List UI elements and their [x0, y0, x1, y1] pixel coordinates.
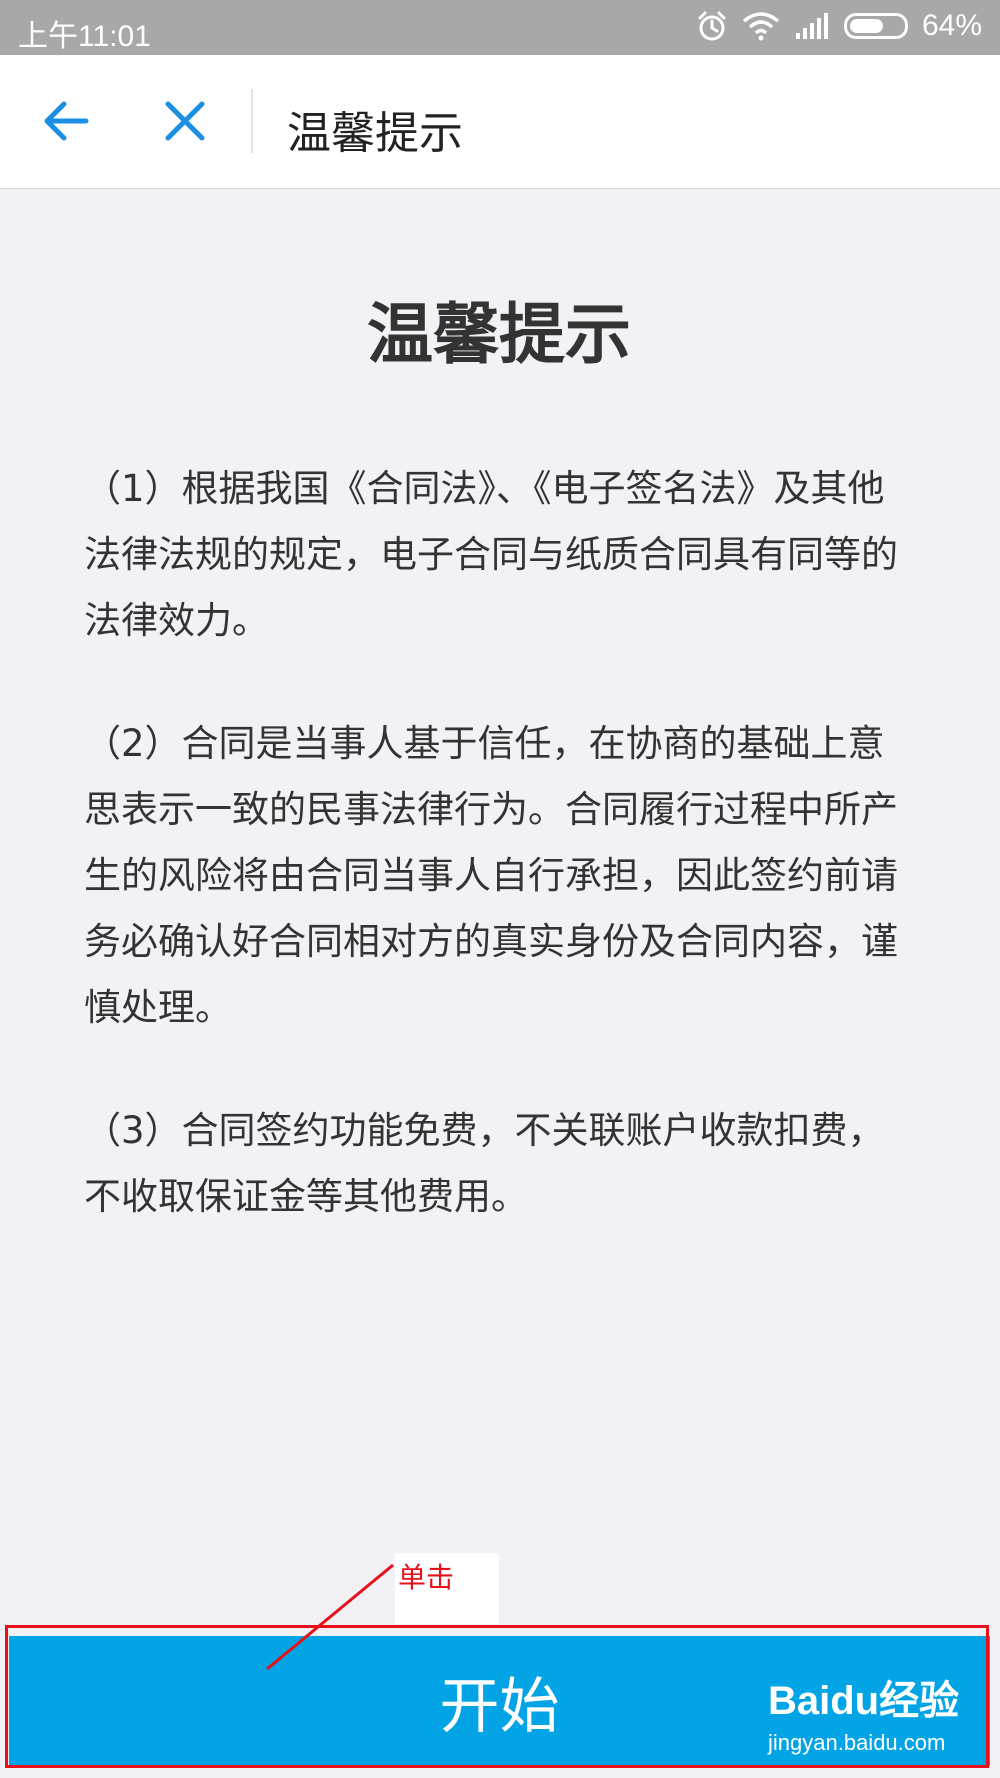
notice-title: 温馨提示	[367, 296, 631, 373]
back-button[interactable]	[38, 91, 98, 151]
header-divider	[251, 89, 253, 153]
start-button-label: 开始	[439, 1672, 560, 1740]
battery-fill	[849, 19, 883, 33]
notice-paragraph-2: （2）合同是当事人基于信任，在协商的基础上意思表示一致的民事法律行为。合同履行过…	[84, 722, 898, 1030]
close-icon	[165, 101, 205, 141]
watermark-url: jingyan.baidu.com	[768, 1730, 946, 1755]
close-button[interactable]	[155, 91, 215, 151]
wifi-icon	[742, 12, 780, 41]
status-bar: 上午11:01 64%	[0, 0, 1000, 55]
notice-paragraph-1: （1）根据我国《合同法》、《电子签名法》及其他法律法规的规定，电子合同与纸质合同…	[84, 467, 898, 643]
app-header: 温馨提示	[0, 55, 1000, 189]
battery-icon	[843, 13, 908, 39]
alarm-icon	[698, 11, 726, 41]
baidu-watermark: Baidu经验 jingyan.baidu.com	[768, 1668, 959, 1756]
watermark-logo: Baidu经验	[768, 1679, 960, 1723]
notice-content: 温馨提示 （1）根据我国《合同法》、《电子签名法》及其他法律法规的规定，电子合同…	[84, 188, 914, 1287]
notice-paragraph-3: （3）合同签约功能免费，不关联账户收款扣费，不收取保证金等其他费用。	[84, 1109, 885, 1219]
page-title: 温馨提示	[287, 108, 463, 159]
annotation-label: 单击	[398, 1561, 455, 1594]
status-time: 上午11:01	[18, 20, 151, 53]
battery-percent: 64%	[921, 9, 982, 42]
arrow-left-icon	[44, 101, 89, 141]
status-icons: 64%	[696, 9, 982, 43]
signal-icon	[795, 13, 828, 39]
